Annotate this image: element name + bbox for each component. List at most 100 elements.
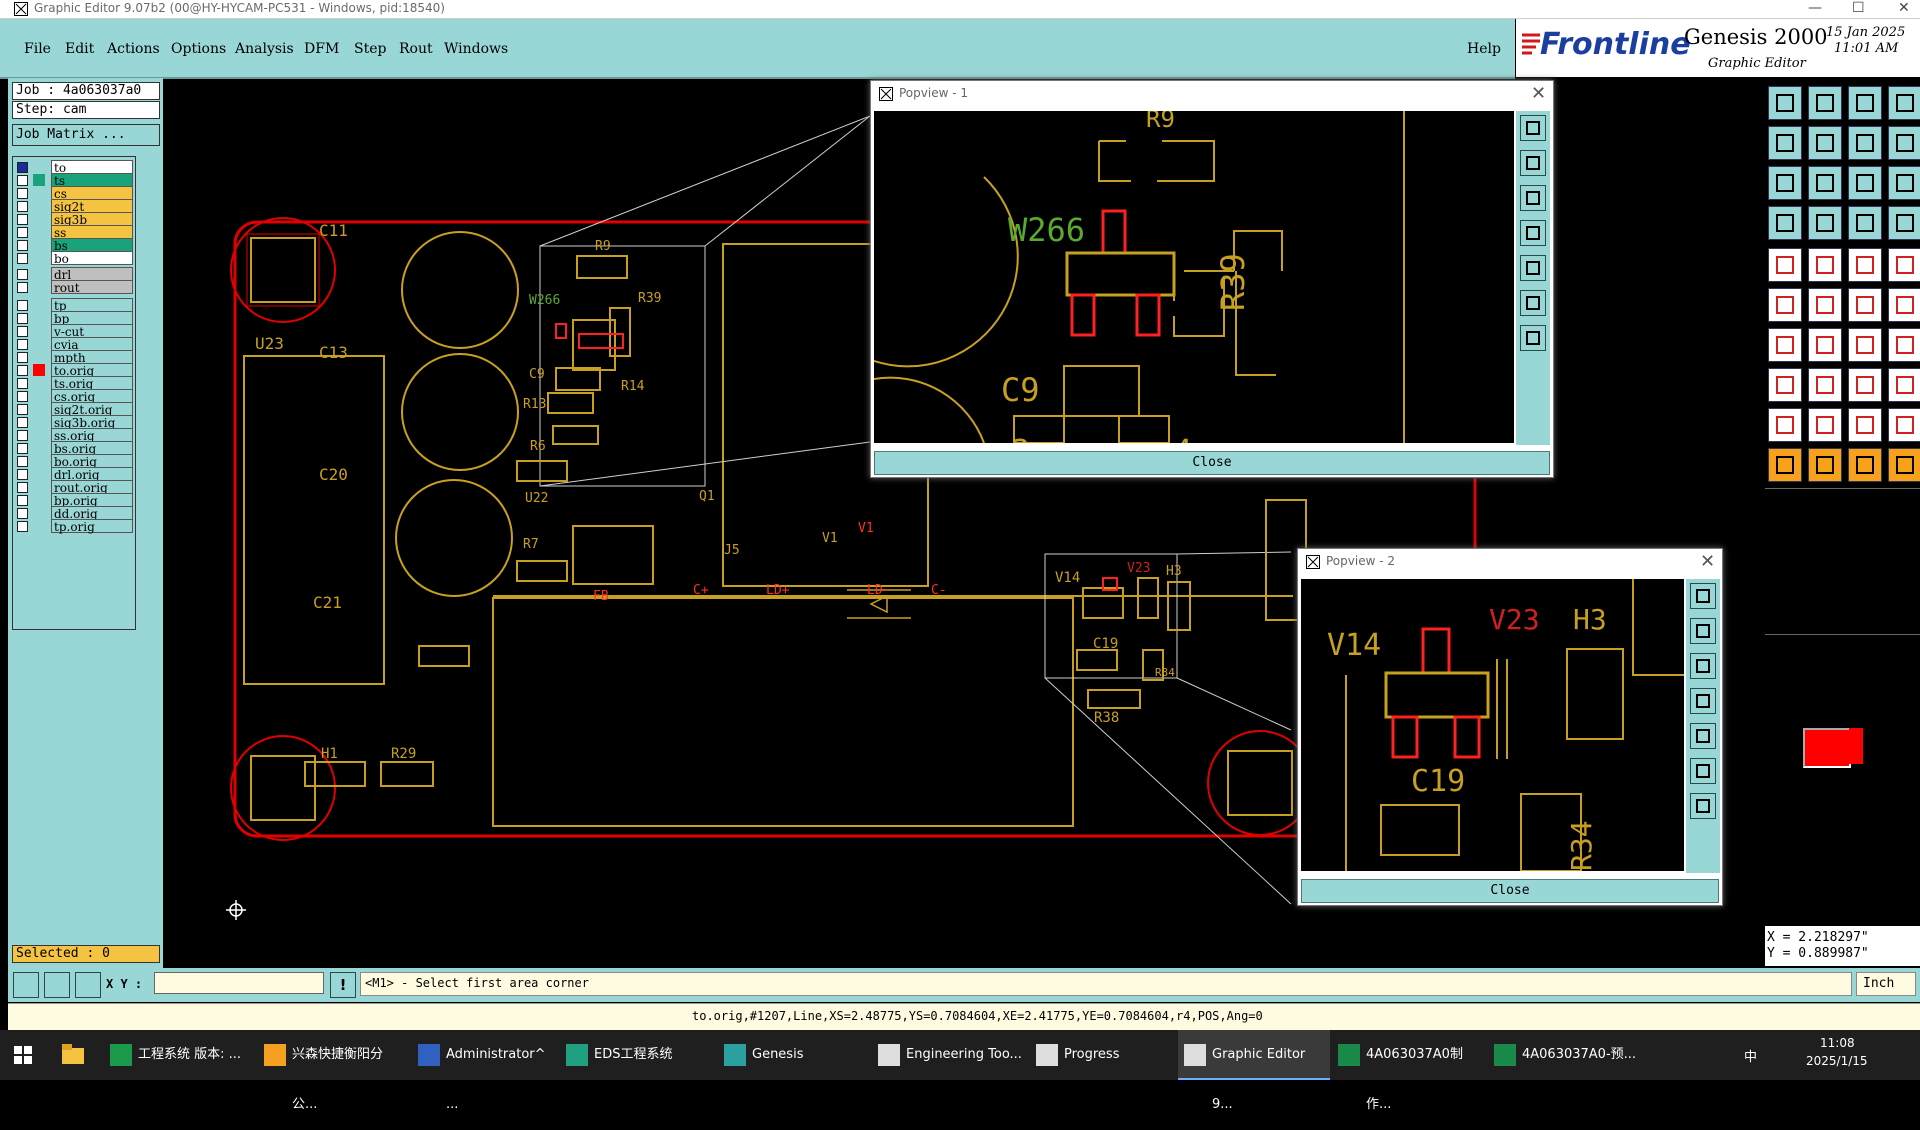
layer-row[interactable]: rout (15, 280, 135, 295)
delete-icon[interactable] (1808, 288, 1842, 322)
center-icon[interactable] (1848, 368, 1882, 402)
layer-checkbox[interactable] (17, 417, 28, 428)
task-job-doc-1[interactable]: 4A063037A0制作... (1332, 1030, 1486, 1112)
peak-icon[interactable] (1888, 408, 1920, 442)
profile-icon[interactable] (1808, 248, 1842, 282)
layer-checkbox[interactable] (17, 365, 28, 376)
menu-file[interactable]: File (24, 41, 51, 57)
popview-tool-icon[interactable] (1690, 758, 1716, 784)
task-xingsen-browser[interactable]: 兴森快捷衡阳分公... (258, 1030, 408, 1112)
layer-checkbox[interactable] (17, 391, 28, 402)
vertex-icon[interactable] (1808, 408, 1842, 442)
popview-tool-icon[interactable] (1520, 185, 1546, 211)
dot-icon[interactable] (1888, 248, 1920, 282)
layer-checkbox[interactable] (17, 214, 28, 225)
layer-checkbox[interactable] (17, 227, 28, 238)
outline-icon[interactable] (1888, 328, 1920, 362)
popview-2-close-button[interactable]: Close (1301, 879, 1719, 903)
popview-tool-icon[interactable] (1520, 220, 1546, 246)
task-job-doc-2[interactable]: 4A063037A0-预... (1488, 1030, 1638, 1080)
layer-checkbox[interactable] (17, 456, 28, 467)
layer-checkbox[interactable] (17, 313, 28, 324)
task-genesis[interactable]: Genesis (718, 1030, 868, 1080)
layer-checkbox[interactable] (17, 339, 28, 350)
menu-actions[interactable]: Actions (107, 41, 160, 57)
triangle-icon[interactable] (1768, 408, 1802, 442)
select-icon[interactable] (1848, 448, 1882, 482)
pointer-icon[interactable] (1768, 448, 1802, 482)
move-right-icon[interactable] (1808, 126, 1842, 160)
layer-checkbox[interactable] (17, 326, 28, 337)
snap-icon[interactable] (13, 972, 39, 998)
ime-indicator[interactable]: 中 (1744, 1046, 1757, 1065)
menu-rout[interactable]: Rout (399, 41, 433, 57)
task-eds-system[interactable]: EDS工程系统 (560, 1030, 716, 1080)
group-icon[interactable] (1888, 368, 1920, 402)
window-icon[interactable] (1888, 86, 1920, 120)
popview-tool-icon[interactable] (1520, 255, 1546, 281)
windows-start-icon[interactable] (14, 1046, 32, 1064)
feature-icon[interactable] (1768, 248, 1802, 282)
popview-2-canvas[interactable]: V14 V23 H3 C19 R34 (1301, 579, 1684, 872)
grid-icon[interactable] (75, 972, 101, 998)
measure-icon[interactable] (1768, 206, 1802, 240)
units-select[interactable]: Inch (1856, 972, 1916, 996)
alert-icon[interactable]: ! (330, 972, 356, 998)
layer-checkbox[interactable] (17, 300, 28, 311)
popview-tool-icon[interactable] (1520, 325, 1546, 351)
layer-checkbox[interactable] (17, 253, 28, 264)
route-icon[interactable] (1848, 288, 1882, 322)
popview-tool-icon[interactable] (1690, 653, 1716, 679)
layer-checkbox[interactable] (17, 175, 28, 186)
layer-checkbox[interactable] (17, 482, 28, 493)
popview-1-close-icon[interactable]: ✕ (1531, 83, 1546, 104)
popview-tool-icon[interactable] (1690, 688, 1716, 714)
layer-checkbox[interactable] (17, 521, 28, 532)
grid-icon[interactable] (1808, 206, 1842, 240)
open-icon[interactable] (1768, 86, 1802, 120)
layer-checkbox[interactable] (17, 495, 28, 506)
menu-help[interactable]: Help (1467, 41, 1501, 57)
popview-tool-icon[interactable] (1520, 115, 1546, 141)
popview-tool-icon[interactable] (1520, 150, 1546, 176)
popview-tool-icon[interactable] (1690, 618, 1716, 644)
one-to-one-icon[interactable] (1848, 166, 1882, 200)
layer-checkbox[interactable] (17, 404, 28, 415)
line-icon[interactable] (1768, 328, 1802, 362)
clock-date[interactable]: 2025/1/15 (1806, 1054, 1868, 1068)
menu-windows[interactable]: Windows (444, 41, 508, 57)
layer-checkbox[interactable] (17, 352, 28, 363)
popview-tool-icon[interactable] (1690, 723, 1716, 749)
rotate-icon[interactable] (1848, 126, 1882, 160)
fit-icon[interactable] (1768, 166, 1802, 200)
diag-icon[interactable] (1808, 328, 1842, 362)
arc-icon[interactable] (1848, 328, 1882, 362)
task-engineering-tool[interactable]: Engineering Too... (872, 1030, 1028, 1080)
net-icon[interactable] (1888, 206, 1920, 240)
pointer-alt-icon[interactable] (1808, 448, 1842, 482)
connect-icon[interactable] (1768, 288, 1802, 322)
menu-options[interactable]: Options (171, 41, 226, 57)
menu-edit[interactable]: Edit (65, 41, 94, 57)
attach-icon[interactable] (1888, 288, 1920, 322)
menu-dfm[interactable]: DFM (304, 41, 339, 57)
step-icon[interactable] (1888, 126, 1920, 160)
angle-icon[interactable] (1848, 408, 1882, 442)
job-matrix-button[interactable]: Job Matrix ... (12, 124, 160, 146)
maximize-icon[interactable]: ☐ (1852, 0, 1865, 16)
ruler-icon[interactable] (1848, 248, 1882, 282)
task-progress[interactable]: Progress (1030, 1030, 1176, 1080)
popview-tool-icon[interactable] (1690, 583, 1716, 609)
help-icon[interactable] (1888, 166, 1920, 200)
layer-checkbox[interactable] (17, 378, 28, 389)
layer-checkbox[interactable] (17, 469, 28, 480)
layer-checkbox[interactable] (17, 443, 28, 454)
layer-row[interactable]: tp.orig (15, 519, 135, 534)
file-explorer-icon[interactable] (62, 1044, 84, 1064)
task-graphic-editor[interactable]: Graphic Editor 9... (1178, 1030, 1330, 1112)
menu-analysis[interactable]: Analysis (235, 41, 294, 57)
pan-icon[interactable] (1808, 166, 1842, 200)
snap-pointer-icon[interactable] (1888, 448, 1920, 482)
layer-checkbox[interactable] (17, 282, 28, 293)
pad-icon[interactable] (1768, 368, 1802, 402)
